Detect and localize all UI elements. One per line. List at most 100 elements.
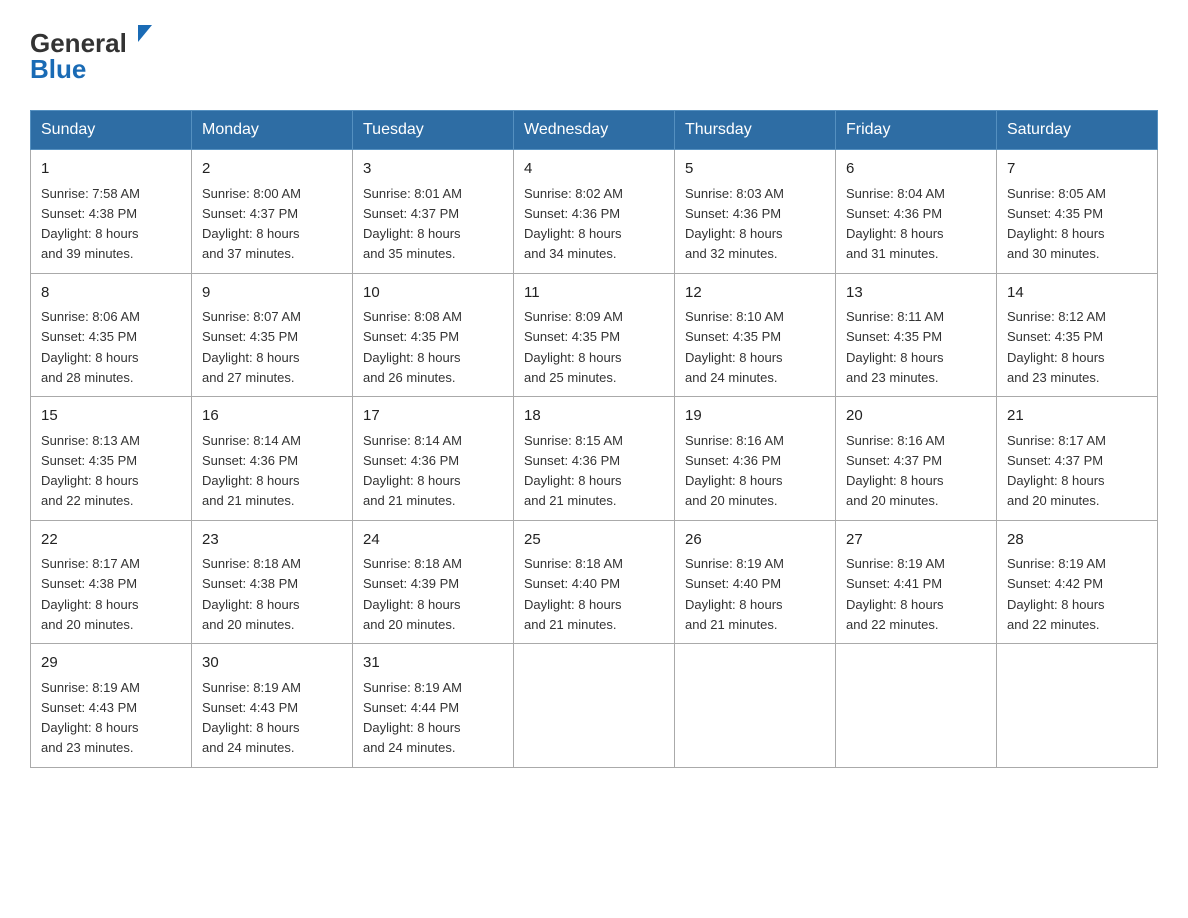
day-number: 28 — [1007, 529, 1147, 552]
week-row-2: 8 Sunrise: 8:06 AMSunset: 4:35 PMDayligh… — [31, 273, 1158, 397]
calendar-cell: 8 Sunrise: 8:06 AMSunset: 4:35 PMDayligh… — [31, 273, 192, 397]
day-info: Sunrise: 8:19 AMSunset: 4:43 PMDaylight:… — [202, 680, 301, 756]
weekday-header-friday: Friday — [836, 111, 997, 150]
calendar-cell: 16 Sunrise: 8:14 AMSunset: 4:36 PMDaylig… — [192, 397, 353, 521]
day-number: 11 — [524, 282, 664, 305]
day-number: 7 — [1007, 158, 1147, 181]
calendar-cell: 10 Sunrise: 8:08 AMSunset: 4:35 PMDaylig… — [353, 273, 514, 397]
day-info: Sunrise: 8:19 AMSunset: 4:41 PMDaylight:… — [846, 556, 945, 632]
calendar-cell: 31 Sunrise: 8:19 AMSunset: 4:44 PMDaylig… — [353, 644, 514, 768]
weekday-header-tuesday: Tuesday — [353, 111, 514, 150]
calendar-cell: 4 Sunrise: 8:02 AMSunset: 4:36 PMDayligh… — [514, 150, 675, 274]
calendar-cell: 1 Sunrise: 7:58 AMSunset: 4:38 PMDayligh… — [31, 150, 192, 274]
day-number: 5 — [685, 158, 825, 181]
week-row-4: 22 Sunrise: 8:17 AMSunset: 4:38 PMDaylig… — [31, 520, 1158, 644]
day-info: Sunrise: 8:14 AMSunset: 4:36 PMDaylight:… — [363, 433, 462, 509]
calendar-cell: 17 Sunrise: 8:14 AMSunset: 4:36 PMDaylig… — [353, 397, 514, 521]
calendar-cell: 3 Sunrise: 8:01 AMSunset: 4:37 PMDayligh… — [353, 150, 514, 274]
day-info: Sunrise: 8:13 AMSunset: 4:35 PMDaylight:… — [41, 433, 140, 509]
weekday-header-thursday: Thursday — [675, 111, 836, 150]
day-info: Sunrise: 8:00 AMSunset: 4:37 PMDaylight:… — [202, 186, 301, 262]
day-number: 21 — [1007, 405, 1147, 428]
day-number: 27 — [846, 529, 986, 552]
page-header: General Blue — [30, 20, 1158, 90]
week-row-1: 1 Sunrise: 7:58 AMSunset: 4:38 PMDayligh… — [31, 150, 1158, 274]
day-number: 20 — [846, 405, 986, 428]
calendar-cell — [997, 644, 1158, 768]
calendar-cell: 25 Sunrise: 8:18 AMSunset: 4:40 PMDaylig… — [514, 520, 675, 644]
calendar-cell: 6 Sunrise: 8:04 AMSunset: 4:36 PMDayligh… — [836, 150, 997, 274]
week-row-3: 15 Sunrise: 8:13 AMSunset: 4:35 PMDaylig… — [31, 397, 1158, 521]
logo-svg: General Blue — [30, 20, 160, 90]
calendar-cell — [514, 644, 675, 768]
day-info: Sunrise: 8:11 AMSunset: 4:35 PMDaylight:… — [846, 309, 944, 385]
day-info: Sunrise: 8:12 AMSunset: 4:35 PMDaylight:… — [1007, 309, 1106, 385]
day-number: 25 — [524, 529, 664, 552]
calendar-cell: 30 Sunrise: 8:19 AMSunset: 4:43 PMDaylig… — [192, 644, 353, 768]
calendar-cell: 27 Sunrise: 8:19 AMSunset: 4:41 PMDaylig… — [836, 520, 997, 644]
calendar-cell: 18 Sunrise: 8:15 AMSunset: 4:36 PMDaylig… — [514, 397, 675, 521]
day-number: 3 — [363, 158, 503, 181]
day-number: 1 — [41, 158, 181, 181]
day-number: 4 — [524, 158, 664, 181]
day-number: 26 — [685, 529, 825, 552]
day-info: Sunrise: 8:19 AMSunset: 4:40 PMDaylight:… — [685, 556, 784, 632]
day-number: 13 — [846, 282, 986, 305]
day-info: Sunrise: 8:18 AMSunset: 4:39 PMDaylight:… — [363, 556, 462, 632]
calendar-cell: 15 Sunrise: 8:13 AMSunset: 4:35 PMDaylig… — [31, 397, 192, 521]
weekday-header-row: SundayMondayTuesdayWednesdayThursdayFrid… — [31, 111, 1158, 150]
calendar-cell: 11 Sunrise: 8:09 AMSunset: 4:35 PMDaylig… — [514, 273, 675, 397]
svg-text:Blue: Blue — [30, 54, 86, 84]
day-number: 19 — [685, 405, 825, 428]
day-number: 30 — [202, 652, 342, 675]
day-number: 29 — [41, 652, 181, 675]
day-number: 17 — [363, 405, 503, 428]
weekday-header-monday: Monday — [192, 111, 353, 150]
day-info: Sunrise: 8:16 AMSunset: 4:37 PMDaylight:… — [846, 433, 945, 509]
calendar-cell: 19 Sunrise: 8:16 AMSunset: 4:36 PMDaylig… — [675, 397, 836, 521]
calendar-cell: 14 Sunrise: 8:12 AMSunset: 4:35 PMDaylig… — [997, 273, 1158, 397]
calendar-cell: 26 Sunrise: 8:19 AMSunset: 4:40 PMDaylig… — [675, 520, 836, 644]
day-info: Sunrise: 8:19 AMSunset: 4:44 PMDaylight:… — [363, 680, 462, 756]
calendar-cell: 22 Sunrise: 8:17 AMSunset: 4:38 PMDaylig… — [31, 520, 192, 644]
weekday-header-wednesday: Wednesday — [514, 111, 675, 150]
day-number: 15 — [41, 405, 181, 428]
day-info: Sunrise: 8:10 AMSunset: 4:35 PMDaylight:… — [685, 309, 784, 385]
day-number: 23 — [202, 529, 342, 552]
logo: General Blue — [30, 20, 160, 90]
day-info: Sunrise: 8:19 AMSunset: 4:43 PMDaylight:… — [41, 680, 140, 756]
day-number: 8 — [41, 282, 181, 305]
day-info: Sunrise: 8:02 AMSunset: 4:36 PMDaylight:… — [524, 186, 623, 262]
day-info: Sunrise: 7:58 AMSunset: 4:38 PMDaylight:… — [41, 186, 140, 262]
day-info: Sunrise: 8:08 AMSunset: 4:35 PMDaylight:… — [363, 309, 462, 385]
day-number: 22 — [41, 529, 181, 552]
day-info: Sunrise: 8:16 AMSunset: 4:36 PMDaylight:… — [685, 433, 784, 509]
calendar-cell: 20 Sunrise: 8:16 AMSunset: 4:37 PMDaylig… — [836, 397, 997, 521]
day-info: Sunrise: 8:05 AMSunset: 4:35 PMDaylight:… — [1007, 186, 1106, 262]
day-info: Sunrise: 8:19 AMSunset: 4:42 PMDaylight:… — [1007, 556, 1106, 632]
day-number: 9 — [202, 282, 342, 305]
calendar-cell: 12 Sunrise: 8:10 AMSunset: 4:35 PMDaylig… — [675, 273, 836, 397]
day-info: Sunrise: 8:17 AMSunset: 4:37 PMDaylight:… — [1007, 433, 1106, 509]
calendar-cell: 7 Sunrise: 8:05 AMSunset: 4:35 PMDayligh… — [997, 150, 1158, 274]
day-info: Sunrise: 8:07 AMSunset: 4:35 PMDaylight:… — [202, 309, 301, 385]
day-info: Sunrise: 8:03 AMSunset: 4:36 PMDaylight:… — [685, 186, 784, 262]
day-info: Sunrise: 8:06 AMSunset: 4:35 PMDaylight:… — [41, 309, 140, 385]
calendar-cell: 5 Sunrise: 8:03 AMSunset: 4:36 PMDayligh… — [675, 150, 836, 274]
calendar-cell: 29 Sunrise: 8:19 AMSunset: 4:43 PMDaylig… — [31, 644, 192, 768]
day-number: 6 — [846, 158, 986, 181]
day-number: 2 — [202, 158, 342, 181]
day-info: Sunrise: 8:09 AMSunset: 4:35 PMDaylight:… — [524, 309, 623, 385]
day-info: Sunrise: 8:17 AMSunset: 4:38 PMDaylight:… — [41, 556, 140, 632]
calendar-cell: 2 Sunrise: 8:00 AMSunset: 4:37 PMDayligh… — [192, 150, 353, 274]
calendar-cell: 24 Sunrise: 8:18 AMSunset: 4:39 PMDaylig… — [353, 520, 514, 644]
calendar-cell: 21 Sunrise: 8:17 AMSunset: 4:37 PMDaylig… — [997, 397, 1158, 521]
calendar-cell — [675, 644, 836, 768]
day-number: 14 — [1007, 282, 1147, 305]
day-number: 18 — [524, 405, 664, 428]
day-info: Sunrise: 8:14 AMSunset: 4:36 PMDaylight:… — [202, 433, 301, 509]
day-info: Sunrise: 8:04 AMSunset: 4:36 PMDaylight:… — [846, 186, 945, 262]
day-info: Sunrise: 8:18 AMSunset: 4:38 PMDaylight:… — [202, 556, 301, 632]
week-row-5: 29 Sunrise: 8:19 AMSunset: 4:43 PMDaylig… — [31, 644, 1158, 768]
calendar-cell: 28 Sunrise: 8:19 AMSunset: 4:42 PMDaylig… — [997, 520, 1158, 644]
